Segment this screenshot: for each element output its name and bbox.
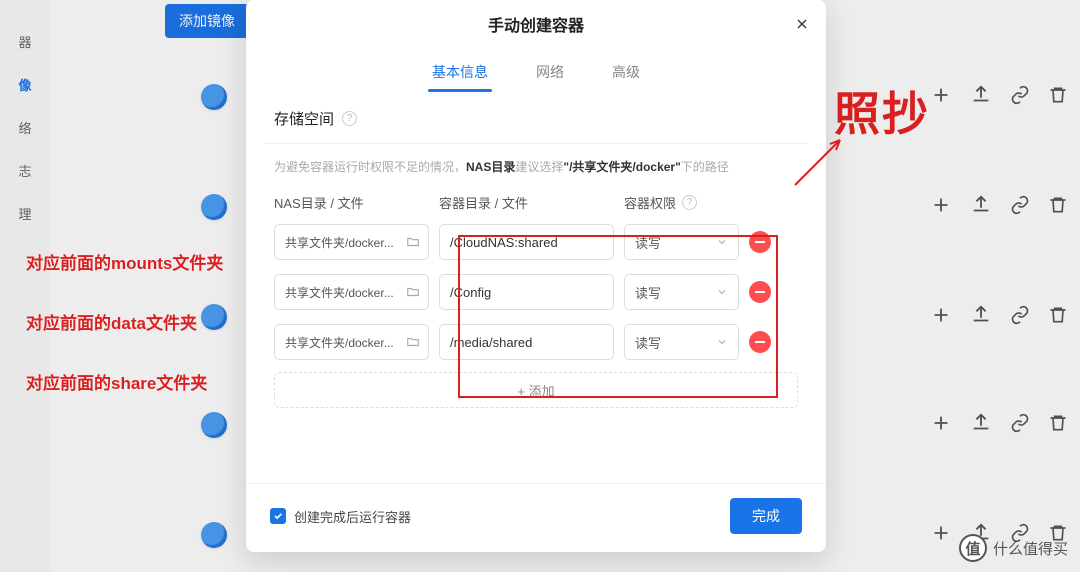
tab-network[interactable]: 网络 bbox=[532, 54, 568, 90]
chevron-down-icon bbox=[716, 236, 728, 248]
modal-header: 手动创建容器 bbox=[246, 0, 826, 48]
header-perm: 容器权限? bbox=[624, 193, 739, 212]
container-path-input[interactable]: /media/shared bbox=[439, 324, 614, 360]
nas-path-input[interactable]: 共享文件夹/docker... bbox=[274, 224, 429, 260]
tabs: 基本信息 网络 高级 bbox=[246, 48, 826, 90]
permission-select[interactable]: 读写 bbox=[624, 324, 739, 360]
modal-create-container: 手动创建容器 基本信息 网络 高级 存储空间 ? 为避免容器运行时权限不足的情况… bbox=[246, 0, 826, 552]
header-nas: NAS目录 / 文件 bbox=[274, 193, 429, 212]
delete-button[interactable] bbox=[749, 281, 771, 303]
chevron-down-icon bbox=[716, 336, 728, 348]
tab-advanced[interactable]: 高级 bbox=[608, 54, 644, 90]
mapping-row: 共享文件夹/docker... /media/shared 读写 bbox=[274, 324, 798, 360]
run-after-create-checkbox[interactable]: 创建完成后运行容器 bbox=[270, 507, 411, 526]
finish-button[interactable]: 完成 bbox=[730, 498, 802, 534]
delete-button[interactable] bbox=[749, 331, 771, 353]
container-path-input[interactable]: /CloudNAS:shared bbox=[439, 224, 614, 260]
folder-icon bbox=[406, 235, 420, 249]
section-title: 存储空间 ? bbox=[274, 108, 798, 129]
annotation-arrow bbox=[790, 130, 850, 190]
tab-basic[interactable]: 基本信息 bbox=[428, 54, 492, 90]
close-button[interactable] bbox=[792, 14, 812, 34]
modal-title: 手动创建容器 bbox=[488, 12, 584, 36]
chevron-down-icon bbox=[716, 286, 728, 298]
container-path-input[interactable]: /Config bbox=[439, 274, 614, 310]
modal-footer: 创建完成后运行容器 完成 bbox=[246, 483, 826, 552]
mapping-row: 共享文件夹/docker... /CloudNAS:shared 读写 bbox=[274, 224, 798, 260]
permission-select[interactable]: 读写 bbox=[624, 274, 739, 310]
help-icon[interactable]: ? bbox=[682, 195, 697, 210]
delete-button[interactable] bbox=[749, 231, 771, 253]
close-icon bbox=[794, 16, 810, 32]
watermark-badge: 值 bbox=[959, 534, 987, 562]
watermark: 值 什么值得买 bbox=[959, 534, 1068, 562]
divider bbox=[264, 143, 808, 144]
header-container: 容器目录 / 文件 bbox=[439, 193, 614, 212]
folder-icon bbox=[406, 285, 420, 299]
permission-select[interactable]: 读写 bbox=[624, 224, 739, 260]
hint-text: 为避免容器运行时权限不足的情况，NAS目录建议选择"/共享文件夹/docker"… bbox=[274, 158, 798, 177]
mapping-row: 共享文件夹/docker... /Config 读写 bbox=[274, 274, 798, 310]
column-headers: NAS目录 / 文件 容器目录 / 文件 容器权限? bbox=[274, 193, 798, 212]
modal-body: 存储空间 ? 为避免容器运行时权限不足的情况，NAS目录建议选择"/共享文件夹/… bbox=[246, 90, 826, 483]
folder-icon bbox=[406, 335, 420, 349]
help-icon[interactable]: ? bbox=[342, 111, 357, 126]
nas-path-input[interactable]: 共享文件夹/docker... bbox=[274, 274, 429, 310]
nas-path-input[interactable]: 共享文件夹/docker... bbox=[274, 324, 429, 360]
checkbox-icon bbox=[270, 508, 286, 524]
add-mapping-button[interactable]: + 添加 bbox=[274, 372, 798, 408]
